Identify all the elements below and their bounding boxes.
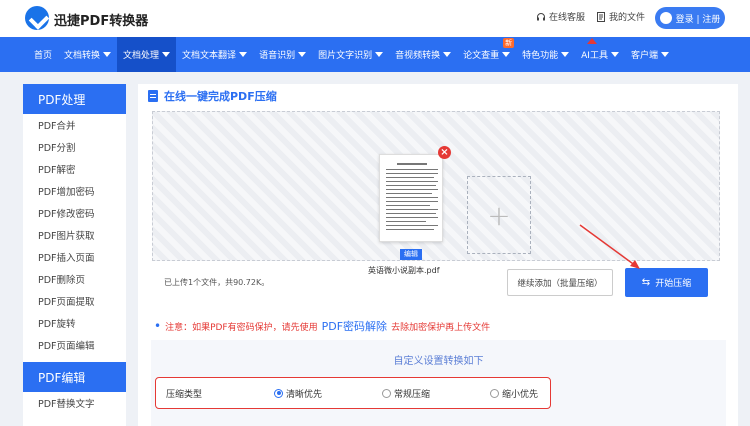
nav-item-label: 特色功能 [522, 51, 559, 61]
my-files-label: 我的文件 [609, 13, 646, 23]
option-normal-compress[interactable]: 常规压缩 [382, 387, 430, 400]
new-badge: 新 [503, 38, 515, 48]
sidebar-item[interactable]: PDF修改密码 [23, 202, 126, 224]
online-service-label: 在线客服 [549, 13, 586, 23]
nav-item-label: 文档处理 [123, 51, 160, 61]
sidebar-item[interactable]: PDF图片获取 [23, 224, 126, 246]
option-clarity-first[interactable]: 清晰优先 [274, 387, 322, 400]
top-header: 迅捷PDF转换器 在线客服 我的文件 登录 | 注册 [0, 0, 750, 37]
sidebar-item[interactable]: PDF页面提取 [23, 290, 126, 312]
pdf-password-remove-link[interactable]: PDF密码解除 [322, 318, 387, 334]
chevron-down-icon [502, 52, 511, 57]
swap-icon: ⇆ [641, 277, 651, 288]
sidebar-item[interactable]: PDF分割 [23, 136, 126, 158]
edit-file-button[interactable]: 编辑 [400, 249, 422, 260]
nav-item-label: 文档转换 [64, 51, 101, 61]
main-panel: 在线一键完成PDF压缩 × 编辑 英语微小说副本.pdf + 已上传1个文件，共… [138, 84, 738, 426]
nav-item-label: 论文查重 [463, 51, 500, 61]
start-compress-button[interactable]: ⇆ 开始压缩 [625, 268, 708, 297]
plus-icon: + [487, 198, 511, 232]
compress-type-row: 压缩类型 清晰优先 常规压缩 缩小优先 [155, 377, 551, 409]
settings-title: 自定义设置转换如下 [393, 356, 484, 367]
chevron-down-icon [561, 52, 570, 57]
nav-item-2[interactable]: 文档处理 [117, 37, 177, 72]
nav-item-5[interactable]: 图片文字识别 [312, 37, 389, 72]
nav-item-label: AI工具 [581, 51, 608, 61]
nav-item-8[interactable]: 特色功能 [516, 37, 575, 72]
settings-panel: 自定义设置转换如下 压缩类型 清晰优先 常规压缩 缩小优先 [151, 340, 726, 426]
chevron-down-icon [298, 52, 307, 57]
notice-suffix: 去除加密保护再上传文件 [391, 322, 491, 333]
sidebar: PDF处理 PDF合并 PDF分割 PDF解密 PDF增加密码 PDF修改密码 PDF图片… [23, 84, 126, 426]
add-file-box[interactable]: + [467, 176, 531, 254]
sidebar-item[interactable]: PDF删除页 [23, 268, 126, 290]
option-label: 缩小优先 [502, 389, 539, 400]
sidebar-item[interactable]: PDF页面编辑 [23, 334, 126, 356]
logo-icon[interactable] [25, 6, 49, 30]
nav-item-label: 音视频转换 [395, 51, 441, 61]
bullet-icon: • [154, 319, 162, 333]
notice-text: • 注意：如果PDF有密码保护，请先使用 PDF密码解除 去除加密保护再上传文件 [154, 318, 490, 334]
nav-item-6[interactable]: 音视频转换 [389, 37, 457, 72]
nav-item-label: 文档文本翻译 [182, 51, 237, 61]
pdf-thumbnail[interactable] [379, 154, 443, 242]
chevron-down-icon [103, 52, 112, 57]
nav-item-7[interactable]: 论文查重新 [457, 37, 516, 72]
option-size-first[interactable]: 缩小优先 [490, 387, 538, 400]
nav-item-label: 图片文字识别 [318, 51, 373, 61]
radio-clarity-first[interactable] [274, 388, 283, 398]
compress-type-label: 压缩类型 [166, 389, 203, 400]
sidebar-section-pdf-processing: PDF处理 [23, 84, 126, 114]
nav-item-1[interactable]: 文档转换 [58, 37, 117, 72]
nav-item-9[interactable]: AI工具 [575, 37, 625, 72]
nav-item-label: 语音识别 [259, 51, 296, 61]
page-title: 在线一键完成PDF压缩 [148, 88, 277, 104]
document-icon [148, 90, 158, 102]
online-service-link[interactable]: 在线客服 [536, 10, 585, 23]
main-nav: 首页 文档转换 文档处理 文档文本翻译 语音识别 图片文字识别 音视频转换 论文查重新特色功能… [0, 37, 750, 72]
sidebar-item[interactable]: PDF旋转 [23, 312, 126, 334]
sidebar-item[interactable]: PDF合并 [23, 114, 126, 136]
sidebar-item[interactable]: PDF插入页面 [23, 246, 126, 268]
my-files-link[interactable]: 我的文件 [596, 10, 645, 23]
option-label: 清晰优先 [286, 389, 323, 400]
option-label: 常规压缩 [394, 389, 431, 400]
start-compress-label: 开始压缩 [655, 279, 692, 289]
logo-text[interactable]: 迅捷PDF转换器 [54, 10, 148, 29]
upload-summary: 已上传1个文件，共90.72K。 [164, 278, 270, 287]
nav-item-10[interactable]: 客户端 [625, 37, 675, 72]
sidebar-item[interactable]: PDF替换文字 [23, 392, 126, 414]
chevron-down-icon [375, 52, 384, 57]
nav-item-label: 客户端 [630, 51, 658, 61]
remove-file-icon[interactable]: × [438, 146, 451, 159]
notice-prefix: 注意：如果PDF有密码保护，请先使用 [165, 322, 318, 333]
chevron-down-icon [610, 52, 619, 57]
chevron-down-icon [162, 52, 171, 57]
user-icon [659, 12, 672, 24]
file-list-icon [597, 11, 605, 22]
continue-add-button[interactable]: 继续添加（批量压缩） [507, 269, 613, 296]
nav-item-3[interactable]: 文档文本翻译 [176, 37, 253, 72]
sidebar-item[interactable]: PDF增加密码 [23, 180, 126, 202]
file-drop-zone[interactable]: × 编辑 英语微小说副本.pdf + [152, 111, 720, 275]
chevron-down-icon [660, 52, 669, 57]
login-label: 登录 | 注册 [675, 14, 721, 25]
chevron-down-icon [443, 52, 452, 57]
login-register-button[interactable]: 登录 | 注册 [655, 7, 725, 29]
nav-item-label: 首页 [34, 51, 53, 61]
headset-icon [537, 12, 545, 20]
file-name: 英语微小说副本.pdf [368, 266, 440, 275]
page-title-text: 在线一键完成PDF压缩 [164, 90, 277, 103]
chevron-down-icon [239, 52, 248, 57]
radio-size-first[interactable] [490, 388, 499, 398]
nav-item-4[interactable]: 语音识别 [253, 37, 312, 72]
nav-item-0[interactable]: 首页 [28, 37, 58, 72]
sidebar-section-pdf-edit: PDF编辑 [23, 362, 126, 392]
sidebar-item[interactable]: PDF解密 [23, 158, 126, 180]
radio-normal-compress[interactable] [382, 388, 391, 398]
